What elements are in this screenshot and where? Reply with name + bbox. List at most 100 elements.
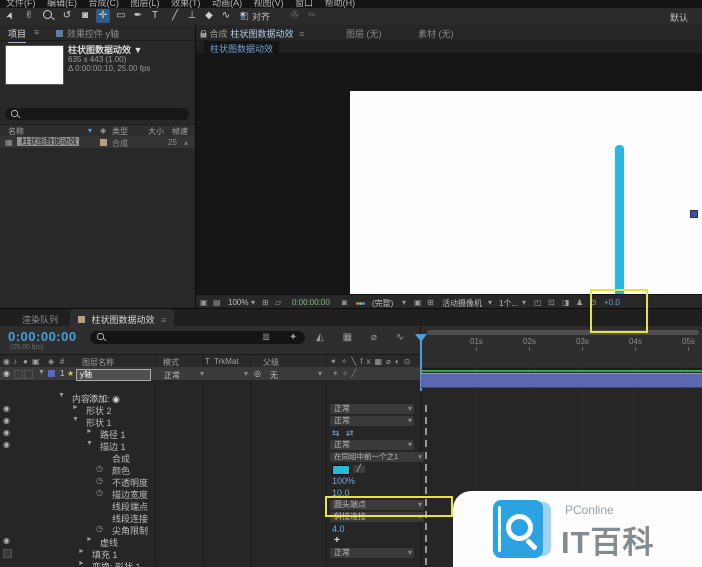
- property-row-composite[interactable]: 合成 在同组中前一个之1▾: [0, 451, 420, 463]
- tab-render-queue[interactable]: 渲染队列: [22, 313, 58, 326]
- label-color-chip[interactable]: [100, 139, 107, 146]
- roto-brush-tool-icon[interactable]: ∿: [219, 9, 233, 23]
- chevron-down-icon[interactable]: ▾: [251, 298, 255, 307]
- layer-row[interactable]: ◉ ▼ 1 ★ y轴 正常▾ ▾ ◎ 无▾ ✶✧╱: [0, 367, 420, 380]
- menu-composition[interactable]: 合成(C): [89, 0, 120, 8]
- twirl-icon[interactable]: ►: [78, 548, 85, 555]
- scissors-tool-icon[interactable]: ✂: [305, 9, 319, 23]
- reverse-path-icons[interactable]: ⇆ ⇄: [332, 428, 356, 439]
- workspace-selector[interactable]: 默认: [670, 11, 688, 24]
- menu-window[interactable]: 窗口: [295, 0, 313, 8]
- pickwhip-icon[interactable]: ◎: [254, 369, 261, 378]
- composite-select[interactable]: 在同组中前一个之1▾: [330, 452, 424, 462]
- miter-limit-value[interactable]: 4.0: [332, 524, 345, 534]
- property-row-transform-shape1[interactable]: ► 变换: 形状 1: [0, 559, 420, 567]
- add-dash-button[interactable]: +: [334, 535, 340, 546]
- eye-toggle[interactable]: ◉: [3, 536, 10, 545]
- group-blend-select[interactable]: 正常▾: [330, 416, 414, 426]
- preview-timecode[interactable]: 0:00:00:00: [292, 298, 330, 307]
- panel-menu-icon[interactable]: ≡: [161, 315, 166, 325]
- solo-toggle[interactable]: [14, 370, 23, 379]
- twirl-icon[interactable]: ▼: [86, 440, 93, 447]
- fill-toggle[interactable]: [3, 549, 12, 558]
- panel-menu-icon[interactable]: ≡: [34, 27, 39, 37]
- eye-toggle[interactable]: ◉: [3, 404, 10, 413]
- time-ruler[interactable]: 01s 02s 03s 04s 05s: [420, 326, 702, 367]
- group-blend-select[interactable]: 正常▾: [330, 404, 414, 414]
- menu-layer[interactable]: 图层(L): [131, 0, 160, 8]
- twirl-icon[interactable]: ►: [86, 536, 93, 543]
- stopwatch-icon[interactable]: ◷: [96, 524, 103, 533]
- flowchart-icon[interactable]: ♟: [576, 298, 583, 307]
- property-row-line-cap[interactable]: 线段端点 圆头端点▾: [0, 499, 420, 511]
- menu-help[interactable]: 帮助(H): [325, 0, 356, 8]
- property-row-shape2[interactable]: ◉ ► 形状 2 正常▾: [0, 403, 420, 415]
- twirl-icon[interactable]: ►: [86, 428, 93, 435]
- layer-duration-bar[interactable]: [421, 373, 702, 388]
- property-row-fill1[interactable]: ► 填充 1 正常▾: [0, 547, 420, 559]
- clone-stamp-tool-icon[interactable]: ⊥: [185, 9, 199, 23]
- rulers-icon[interactable]: ▱: [275, 298, 281, 307]
- menu-file[interactable]: 文件(F): [6, 0, 36, 8]
- twirl-icon[interactable]: ►: [72, 404, 79, 411]
- menu-animation[interactable]: 动画(A): [212, 0, 242, 8]
- selection-tool-icon[interactable]: ➤: [4, 9, 18, 23]
- menu-view[interactable]: 视图(V): [254, 0, 284, 8]
- hand-tool-icon[interactable]: ✌: [22, 9, 36, 23]
- twirl-icon[interactable]: ▼: [72, 416, 79, 423]
- pen-tool-icon[interactable]: ✒: [131, 9, 145, 23]
- menu-edit[interactable]: 编辑(E): [47, 0, 77, 8]
- zoom-tool-icon[interactable]: [40, 9, 54, 23]
- camera-tool-icon[interactable]: ◙: [78, 9, 92, 23]
- chevron-down-icon[interactable]: ▾: [522, 298, 526, 307]
- tab-footage[interactable]: 素材 (无): [418, 27, 454, 40]
- tab-effect-controls[interactable]: 效果控件 y轴: [56, 27, 119, 40]
- panel-menu-icon[interactable]: ≡: [299, 29, 304, 39]
- property-row-path1[interactable]: ◉ ► 路径 1 ⇆ ⇄: [0, 427, 420, 439]
- snapshot-icon[interactable]: ◙: [342, 298, 347, 307]
- transparency-grid-icon[interactable]: ⊞: [427, 298, 434, 307]
- eye-toggle[interactable]: ◉: [3, 440, 10, 449]
- comp-name[interactable]: 柱状图数据动效 ▼: [68, 46, 150, 55]
- brush-tool-icon[interactable]: ╱: [168, 9, 182, 23]
- project-item-row[interactable]: ▦ 柱状图数据动效 合成 25 ▴: [0, 136, 195, 148]
- menu-effect[interactable]: 效果(T): [171, 0, 201, 8]
- pixel-aspect-icon[interactable]: ◰: [534, 298, 542, 307]
- layer-name-edit[interactable]: y轴: [76, 369, 151, 381]
- property-row-miter-limit[interactable]: ◷ 尖角限制 4.0: [0, 523, 420, 535]
- layer-switches[interactable]: ✶✧╱: [332, 369, 359, 378]
- align-toggle[interactable]: ☑对齐: [240, 10, 270, 23]
- mask-tool-icon[interactable]: ✇: [288, 9, 302, 23]
- chevron-down-icon[interactable]: ▾: [488, 298, 492, 307]
- grid-options-icon[interactable]: ▣: [200, 298, 208, 307]
- eraser-tool-icon[interactable]: ◆: [202, 9, 216, 23]
- work-area-bar[interactable]: [427, 330, 699, 335]
- property-row-opacity[interactable]: ◷ 不透明度 100%: [0, 475, 420, 487]
- property-label[interactable]: 变换: 形状 1: [92, 560, 141, 567]
- property-row-stroke1[interactable]: ◉ ▼ 描边 1 正常▾: [0, 439, 420, 451]
- shape-tool-icon[interactable]: ▭: [114, 9, 128, 23]
- twirl-icon[interactable]: ▼: [38, 369, 45, 376]
- tag-icon[interactable]: ◈: [100, 126, 106, 135]
- opacity-value[interactable]: 100%: [332, 476, 355, 486]
- rotate-tool-icon[interactable]: ↺: [60, 9, 74, 23]
- mask-visibility-icon[interactable]: ▤: [213, 298, 221, 307]
- magnification-select[interactable]: 100%: [228, 298, 248, 307]
- blend-mode-select[interactable]: 正常▾: [160, 369, 206, 379]
- eyedropper-icon[interactable]: ╱: [353, 465, 365, 473]
- twirl-icon[interactable]: ▼: [58, 392, 65, 399]
- stopwatch-icon[interactable]: ◷: [96, 488, 103, 497]
- roi-icon[interactable]: ▣: [414, 298, 422, 307]
- property-row-contents[interactable]: ▼ 内容 添加: ◉: [0, 391, 420, 403]
- property-row-dashes[interactable]: ◉ ► 虚线 +: [0, 535, 420, 547]
- sort-icon[interactable]: ▾: [88, 126, 92, 135]
- grid-icon[interactable]: ⊞: [262, 298, 269, 307]
- type-tool-icon[interactable]: T: [148, 9, 162, 23]
- trkmat-column[interactable]: TrkMat: [214, 357, 239, 366]
- property-row-color[interactable]: ◷ 颜色 ╱: [0, 463, 420, 475]
- blue-dot-shape[interactable]: [690, 210, 698, 218]
- item-name-edit[interactable]: 柱状图数据动效: [17, 137, 79, 146]
- project-search-input[interactable]: [5, 108, 189, 120]
- twirl-icon[interactable]: ►: [78, 560, 85, 567]
- lock-toggle[interactable]: [24, 370, 33, 379]
